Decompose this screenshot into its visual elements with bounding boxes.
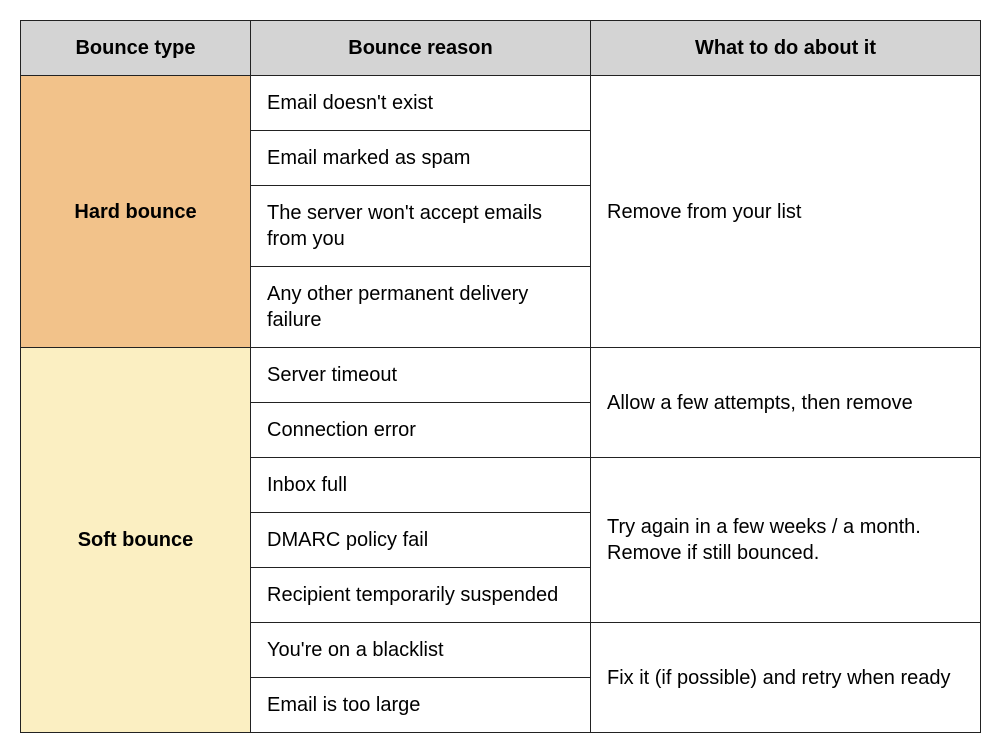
header-row: Bounce type Bounce reason What to do abo… — [21, 21, 981, 76]
type-soft-bounce: Soft bounce — [21, 348, 251, 733]
table-row: Hard bounce Email doesn't exist Remove f… — [21, 76, 981, 131]
reason-cell: Any other permanent delivery failure — [251, 267, 591, 348]
header-reason: Bounce reason — [251, 21, 591, 76]
reason-cell: Server timeout — [251, 348, 591, 403]
action-cell: Remove from your list — [591, 76, 981, 348]
reason-cell: Connection error — [251, 403, 591, 458]
header-type: Bounce type — [21, 21, 251, 76]
header-action: What to do about it — [591, 21, 981, 76]
table-row: Soft bounce Server timeout Allow a few a… — [21, 348, 981, 403]
action-cell: Fix it (if possible) and retry when read… — [591, 623, 981, 733]
reason-cell: Recipient temporarily suspended — [251, 568, 591, 623]
reason-cell: Inbox full — [251, 458, 591, 513]
reason-cell: DMARC policy fail — [251, 513, 591, 568]
action-cell: Allow a few attempts, then remove — [591, 348, 981, 458]
bounce-table: Bounce type Bounce reason What to do abo… — [20, 20, 981, 733]
reason-cell: The server won't accept emails from you — [251, 186, 591, 267]
reason-cell: You're on a blacklist — [251, 623, 591, 678]
reason-cell: Email is too large — [251, 678, 591, 733]
reason-cell: Email doesn't exist — [251, 76, 591, 131]
type-hard-bounce: Hard bounce — [21, 76, 251, 348]
reason-cell: Email marked as spam — [251, 131, 591, 186]
action-cell: Try again in a few weeks / a month. Remo… — [591, 458, 981, 623]
